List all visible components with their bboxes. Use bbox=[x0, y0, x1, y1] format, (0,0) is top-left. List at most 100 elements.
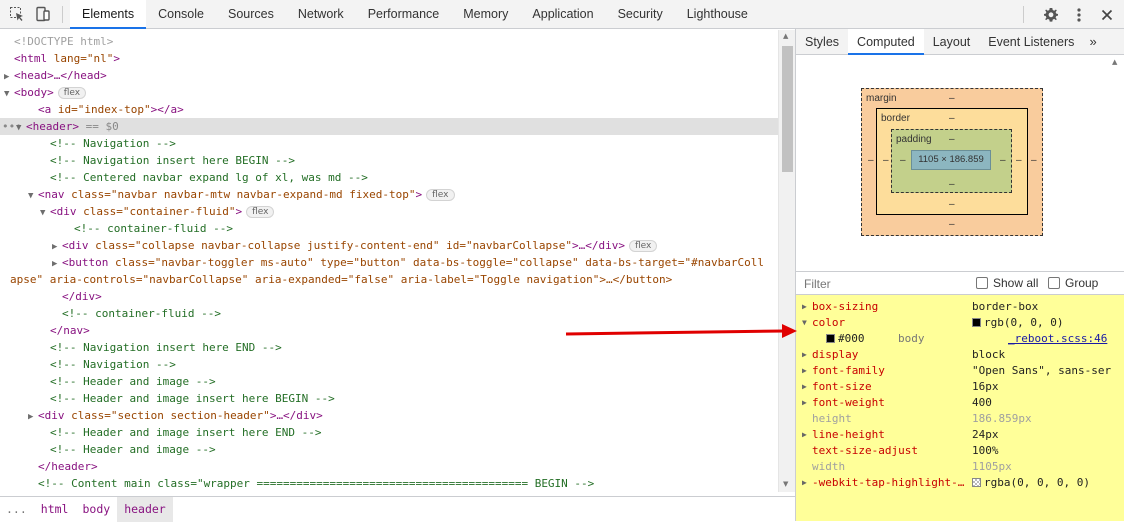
expand-triangle-icon[interactable]: ▶ bbox=[802, 395, 807, 411]
property-trace-row[interactable]: #000 body _reboot.scss:46 bbox=[796, 331, 1124, 347]
collapsed-content: …</head> bbox=[53, 69, 107, 82]
tab-console[interactable]: Console bbox=[146, 0, 216, 29]
filter-input[interactable]: Filter bbox=[804, 277, 831, 291]
dom-node-line[interactable]: ▶ <head>…</head> bbox=[0, 67, 778, 84]
dom-node-line[interactable]: ••• ▼ <header> == $0 bbox=[0, 118, 778, 135]
box-model-content[interactable]: 1105 × 186.859 bbox=[911, 150, 991, 170]
computed-property-row[interactable]: ▶ font-family "Open Sans", sans-ser bbox=[796, 363, 1124, 379]
sidebar-scrollbar[interactable]: ▲ bbox=[1107, 55, 1124, 271]
padding-left-value: – bbox=[900, 155, 906, 166]
flex-badge[interactable]: flex bbox=[426, 189, 455, 201]
expand-triangle-icon[interactable]: ▶ bbox=[802, 363, 807, 379]
dom-node-line[interactable]: ▶ <div class="section section-header">…</… bbox=[0, 407, 778, 424]
dom-node-line[interactable]: <!-- Header and image --> bbox=[0, 441, 778, 458]
source-link[interactable]: _reboot.scss:46 bbox=[1008, 331, 1107, 347]
dom-node-line[interactable]: <!-- Navigation --> bbox=[0, 135, 778, 152]
tab-security[interactable]: Security bbox=[606, 0, 675, 29]
dom-node-line[interactable]: <!-- container-fluid --> bbox=[0, 305, 778, 322]
computed-property-row[interactable]: ▶ box-sizing border-box bbox=[796, 299, 1124, 315]
property-value: 1105px bbox=[972, 460, 1012, 473]
dom-node-line[interactable]: <!-- Header and image --> bbox=[0, 373, 778, 390]
tab-performance[interactable]: Performance bbox=[356, 0, 452, 29]
border-right-value: – bbox=[1016, 155, 1022, 166]
dom-node-line[interactable]: <html lang="nl"> bbox=[0, 50, 778, 67]
inspect-element-icon[interactable] bbox=[8, 5, 26, 23]
tab-computed[interactable]: Computed bbox=[848, 29, 924, 55]
dom-node-line[interactable]: </nav> bbox=[0, 322, 778, 339]
scroll-up-icon[interactable]: ▲ bbox=[783, 32, 788, 40]
tab-layout[interactable]: Layout bbox=[924, 29, 980, 54]
scroll-down-icon[interactable]: ▼ bbox=[783, 480, 788, 488]
expand-triangle-icon[interactable]: ▶ bbox=[802, 427, 807, 443]
breadcrumb-html[interactable]: html bbox=[34, 497, 76, 522]
dom-node-line[interactable]: <!-- Centered navbar expand lg of xl, wa… bbox=[0, 169, 778, 186]
group-checkbox[interactable] bbox=[1048, 277, 1060, 289]
tab-event-listeners[interactable]: Event Listeners bbox=[979, 29, 1083, 54]
collapse-triangle-icon[interactable]: ▼ bbox=[802, 315, 807, 331]
breadcrumb-header[interactable]: header bbox=[117, 496, 173, 522]
scrollbar-thumb[interactable] bbox=[782, 46, 793, 172]
breadcrumb-overflow[interactable]: ... bbox=[0, 497, 34, 522]
dom-node-line[interactable]: ▶ <button class="navbar-toggler ms-auto" … bbox=[0, 254, 778, 271]
dom-node-line[interactable]: <!-- Navigation --> bbox=[0, 356, 778, 373]
color-swatch-icon[interactable] bbox=[826, 334, 835, 343]
html-comment: <!-- Content main class="wrapper =======… bbox=[38, 477, 595, 490]
breadcrumb-body[interactable]: body bbox=[75, 497, 117, 522]
property-name: box-sizing bbox=[812, 300, 879, 313]
tab-elements[interactable]: Elements bbox=[70, 0, 147, 29]
flex-badge[interactable]: flex bbox=[246, 206, 275, 218]
computed-property-row[interactable]: ▶ line-height 24px bbox=[796, 427, 1124, 443]
dom-node-line[interactable]: ▶ <div class="collapse navbar-collapse ju… bbox=[0, 237, 778, 254]
device-toggle-icon[interactable] bbox=[34, 5, 52, 23]
flex-badge[interactable]: flex bbox=[628, 240, 658, 252]
computed-property-row[interactable]: ▶ font-weight 400 bbox=[796, 395, 1124, 411]
dom-node-line[interactable]: <!-- Header and image insert here BEGIN … bbox=[0, 390, 778, 407]
scroll-up-icon[interactable]: ▲ bbox=[1112, 58, 1117, 66]
html-comment: <!-- Navigation --> bbox=[50, 137, 176, 150]
dom-node-line[interactable]: <!-- Header and image insert here END --… bbox=[0, 424, 778, 441]
tab-network[interactable]: Network bbox=[286, 0, 356, 29]
html-comment: <!-- Header and image insert here BEGIN … bbox=[50, 392, 335, 405]
dom-tree-scrollbar[interactable]: ▲ ▼ bbox=[778, 30, 795, 492]
dom-node-line[interactable]: ▼ <nav class="navbar navbar-mtw navbar-ex… bbox=[0, 186, 778, 203]
toolbar-actions bbox=[1023, 0, 1118, 29]
computed-property-row[interactable]: width 1105px bbox=[796, 459, 1124, 475]
border-top-value: – bbox=[949, 113, 955, 124]
expand-triangle-icon[interactable]: ▶ bbox=[802, 299, 807, 315]
flex-badge[interactable]: flex bbox=[57, 87, 87, 99]
tab-application[interactable]: Application bbox=[520, 0, 605, 29]
tab-sources[interactable]: Sources bbox=[216, 0, 286, 29]
dom-node-line[interactable]: ▼ <body> flex bbox=[0, 84, 778, 101]
tab-styles[interactable]: Styles bbox=[796, 29, 848, 54]
dom-node-line[interactable]: <!DOCTYPE html> bbox=[0, 33, 778, 50]
settings-icon[interactable] bbox=[1040, 4, 1062, 26]
color-swatch-icon[interactable] bbox=[972, 478, 981, 487]
dom-node-line[interactable]: apse" aria-controls="navbarCollapse" ari… bbox=[0, 271, 778, 288]
computed-property-row[interactable]: ▼ color rgb(0, 0, 0) bbox=[796, 315, 1124, 331]
close-icon[interactable] bbox=[1096, 4, 1118, 26]
dom-node-line[interactable]: </div> bbox=[0, 288, 778, 305]
dom-tree[interactable]: <!DOCTYPE html> <html lang="nl"> ▶ <head>…<… bbox=[0, 30, 778, 492]
computed-property-row[interactable]: ▶ display block bbox=[796, 347, 1124, 363]
dom-node-line[interactable]: <!-- Navigation insert here END --> bbox=[0, 339, 778, 356]
closing-tag: </nav> bbox=[50, 324, 90, 337]
computed-property-row[interactable]: text-size-adjust 100% bbox=[796, 443, 1124, 459]
expand-triangle-icon[interactable]: ▶ bbox=[802, 379, 807, 395]
dom-node-line[interactable]: <!-- Navigation insert here BEGIN --> bbox=[0, 152, 778, 169]
dom-node-line[interactable]: <!-- Content main class="wrapper =======… bbox=[0, 475, 778, 492]
dom-node-line[interactable]: <a id="index-top"></a> bbox=[0, 101, 778, 118]
show-all-checkbox[interactable] bbox=[976, 277, 988, 289]
tab-lighthouse[interactable]: Lighthouse bbox=[675, 0, 760, 29]
computed-property-row[interactable]: height 186.859px bbox=[796, 411, 1124, 427]
expand-triangle-icon[interactable]: ▶ bbox=[802, 475, 807, 491]
more-options-icon[interactable] bbox=[1068, 4, 1090, 26]
dom-node-line[interactable]: </header> bbox=[0, 458, 778, 475]
more-tabs-icon[interactable]: » bbox=[1083, 29, 1102, 54]
expand-triangle-icon[interactable]: ▶ bbox=[802, 347, 807, 363]
color-swatch-icon[interactable] bbox=[972, 318, 981, 327]
dom-node-line[interactable]: ▼ <div class="container-fluid"> flex bbox=[0, 203, 778, 220]
dom-node-line[interactable]: <!-- container-fluid --> bbox=[0, 220, 778, 237]
computed-property-row[interactable]: ▶ -webkit-tap-highlight-… rgba(0, 0, 0, 0) bbox=[796, 475, 1124, 491]
computed-property-row[interactable]: ▶ font-size 16px bbox=[796, 379, 1124, 395]
tab-memory[interactable]: Memory bbox=[451, 0, 520, 29]
